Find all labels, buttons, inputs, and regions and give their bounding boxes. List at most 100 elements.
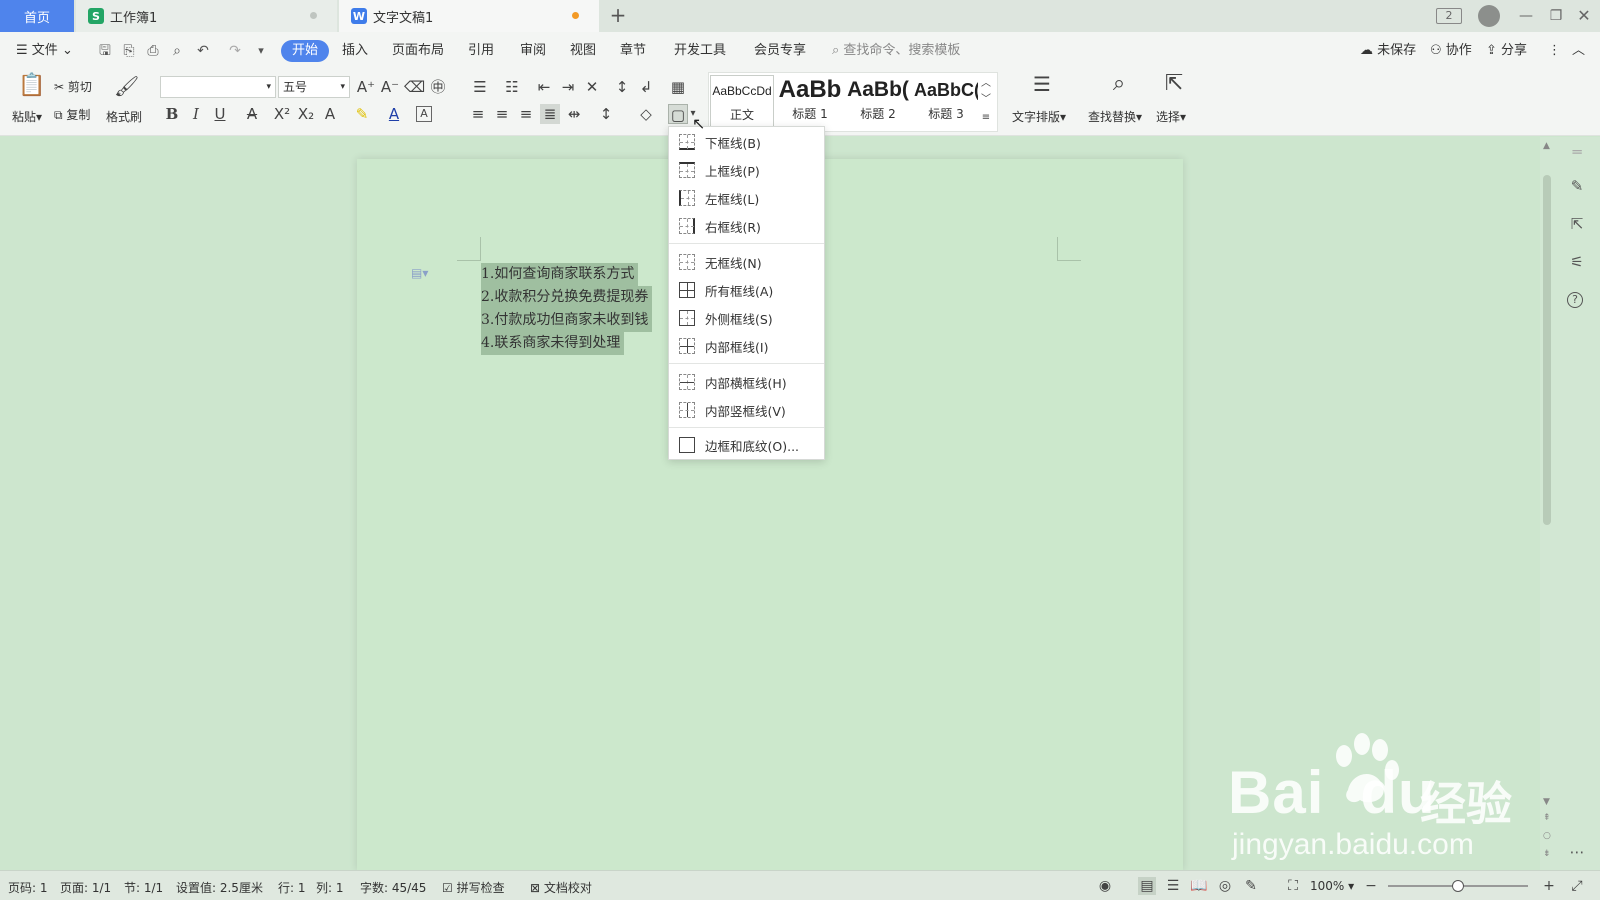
grow-font-icon[interactable]: A⁺ (356, 77, 376, 97)
border-all-item[interactable]: 所有框线(A) (669, 277, 824, 303)
find-replace-button[interactable]: 查找替换▾ (1088, 108, 1142, 125)
close-icon[interactable]: ✕ (1574, 6, 1594, 26)
status-row[interactable]: 行: 1 (278, 879, 306, 896)
border-left-item[interactable]: 左框线(L) (669, 185, 824, 211)
status-word-count[interactable]: 字数: 45/45 (360, 879, 426, 896)
select-button[interactable]: 选择▾ (1156, 108, 1186, 125)
edit-icon[interactable]: ✎ (1567, 176, 1587, 196)
style-heading2[interactable]: AaBb(标题 2 (846, 75, 910, 127)
superscript-icon[interactable]: X² (272, 104, 292, 124)
status-page-number[interactable]: 页码: 1 (8, 879, 48, 896)
more-icon[interactable]: ⋯ (1567, 842, 1587, 862)
menu-references[interactable]: 引用 (468, 40, 494, 62)
minimize-icon[interactable]: — (1516, 6, 1536, 26)
customize-icon[interactable]: ▾ (252, 42, 270, 60)
underline-icon[interactable]: U (210, 104, 230, 124)
decrease-indent-icon[interactable]: ⇤ (534, 77, 554, 97)
scrollbar-thumb[interactable] (1543, 175, 1551, 525)
prev-page-icon[interactable]: ⇞ (1543, 813, 1551, 823)
gallery-more-icon[interactable]: ≡ (980, 108, 992, 128)
highlight-icon[interactable]: ✎ (352, 104, 372, 124)
subscript-icon[interactable]: X₂ (296, 104, 316, 124)
reading-view-icon[interactable]: 📖 (1190, 877, 1208, 895)
menu-chapter[interactable]: 章节 (620, 40, 646, 62)
scroll-up-icon[interactable]: ▲ (1543, 141, 1550, 151)
border-right-item[interactable]: 右框线(R) (669, 213, 824, 239)
next-page-icon[interactable]: ⇟ (1543, 849, 1551, 859)
table-tools-icon[interactable]: ▦ (668, 77, 688, 97)
border-inside-horizontal-item[interactable]: 内部横框线(H) (669, 369, 824, 395)
find-replace-icon[interactable]: ⌕ (1106, 73, 1132, 102)
sidebar-handle-icon[interactable]: ═ (1567, 142, 1587, 162)
doc-line[interactable]: 2.收款积分兑换免费提现券 (481, 286, 653, 309)
vertical-scrollbar[interactable]: ▲ ▼ ⇞ ○ ⇟ (1540, 137, 1554, 870)
copy-button[interactable]: ⧉ 复制 (54, 106, 90, 123)
format-painter-icon[interactable]: 🖌 (114, 76, 139, 102)
print-preview-icon[interactable]: ⌕ (168, 42, 186, 60)
fullscreen-icon[interactable]: ⤢ (1568, 877, 1586, 895)
export-icon[interactable]: ⎘ (120, 42, 138, 60)
cursor-icon[interactable]: ⇱ (1162, 73, 1186, 102)
border-inside-item[interactable]: 内部框线(I) (669, 333, 824, 359)
paste-button[interactable]: 粘贴▾ (12, 108, 42, 125)
char-border-icon[interactable]: A (416, 106, 432, 122)
border-none-item[interactable]: 无框线(N) (669, 249, 824, 275)
shrink-font-icon[interactable]: A⁻ (380, 77, 400, 97)
pointer-icon[interactable]: ⇱ (1567, 214, 1587, 234)
border-inside-vertical-item[interactable]: 内部竖框线(V) (669, 397, 824, 423)
write-view-icon[interactable]: ✎ (1242, 877, 1260, 895)
window-count-icon[interactable]: 2 (1436, 8, 1462, 24)
menu-member[interactable]: 会员专享 (754, 40, 806, 62)
tab-document[interactable]: W 文字文稿1 (339, 0, 599, 32)
command-search[interactable]: ⌕ 查找命令、搜索模板 (832, 40, 960, 62)
menu-insert[interactable]: 插入 (342, 40, 368, 62)
spell-check-button[interactable]: ☑ 拼写检查 (442, 879, 505, 896)
bold-icon[interactable]: B (162, 104, 182, 124)
web-view-icon[interactable]: ◎ (1216, 877, 1234, 895)
tab-workbook[interactable]: S 工作簿1 (76, 0, 337, 32)
help-icon[interactable]: ? (1567, 292, 1583, 308)
unsaved-dot[interactable] (572, 12, 579, 19)
menu-view[interactable]: 视图 (570, 40, 596, 62)
redo-icon[interactable]: ↷ (226, 42, 244, 60)
font-name-select[interactable]: ▾ (160, 76, 276, 98)
border-shading-item[interactable]: 边框和底纹(O)... (669, 432, 824, 458)
save-icon[interactable]: 🖫 (96, 42, 114, 60)
document-body[interactable]: 1.如何查询商家联系方式 2.收款积分兑换免费提现券 3.付款成功但商家未收到钱… (481, 263, 653, 355)
menu-developer[interactable]: 开发工具 (674, 40, 726, 62)
collapse-ribbon-icon[interactable]: ︿ (1572, 40, 1585, 62)
chinese-layout-icon[interactable]: ✕ (582, 77, 602, 97)
undo-icon[interactable]: ↶ (194, 42, 212, 60)
fit-page-icon[interactable]: ⛶ (1284, 877, 1302, 895)
doc-proof-button[interactable]: ⊠ 文档校对 (530, 879, 592, 896)
font-color-icon[interactable]: A (384, 104, 404, 124)
border-icon[interactable]: ▢ (668, 104, 688, 124)
paragraph-handle-icon[interactable]: ▤▾ (411, 266, 428, 282)
distribute-icon[interactable]: ⇹ (564, 104, 584, 124)
tab-close-dot[interactable] (310, 12, 317, 19)
show-marks-icon[interactable]: ↲ (636, 77, 656, 97)
zoom-out-icon[interactable]: − (1362, 877, 1380, 895)
status-setting[interactable]: 设置值: 2.5厘米 (176, 879, 263, 896)
paste-icon[interactable]: 📋 (18, 75, 45, 102)
restore-icon[interactable]: ❐ (1546, 6, 1566, 26)
scroll-down-icon[interactable]: ▼ (1543, 797, 1550, 807)
style-normal[interactable]: AaBbCcDd 正文 (710, 75, 774, 127)
border-outside-item[interactable]: 外侧框线(S) (669, 305, 824, 331)
text-layout-button[interactable]: 文字排版▾ (1012, 108, 1066, 125)
format-painter-button[interactable]: 格式刷 (106, 108, 142, 125)
zoom-slider[interactable] (1388, 880, 1528, 892)
style-heading1[interactable]: AaBb 标题 1 (778, 75, 842, 127)
zoom-slider-handle[interactable] (1452, 880, 1464, 892)
file-menu[interactable]: ☰ 文件 ⌄ (16, 40, 73, 62)
doc-line[interactable]: 1.如何查询商家联系方式 (481, 263, 639, 286)
clear-format-icon[interactable]: ⌫ (404, 77, 425, 97)
align-right-icon[interactable]: ≡ (516, 104, 536, 124)
menu-page-layout[interactable]: 页面布局 (392, 40, 444, 62)
page-view-icon[interactable]: ▤ (1138, 877, 1156, 895)
status-section[interactable]: 节: 1/1 (124, 879, 163, 896)
sort-icon[interactable]: ↕ (612, 77, 632, 97)
settings-sliders-icon[interactable]: ⚟ (1567, 252, 1587, 272)
status-pages[interactable]: 页面: 1/1 (60, 879, 111, 896)
line-spacing-icon[interactable]: ↕ (596, 104, 616, 124)
